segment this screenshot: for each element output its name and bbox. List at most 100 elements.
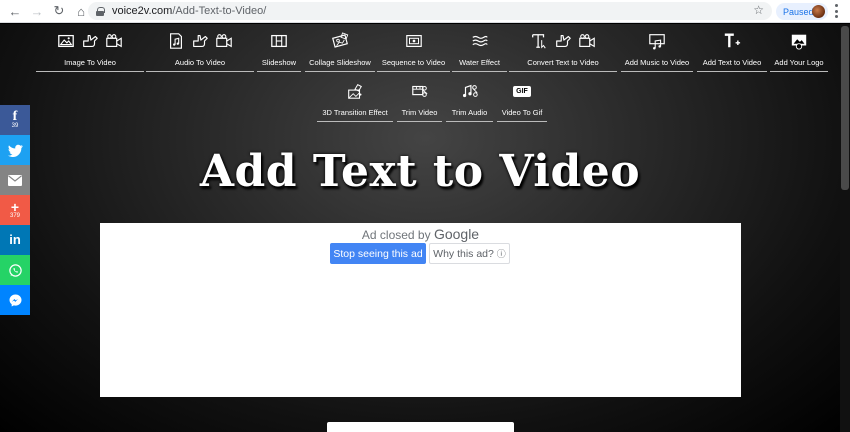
share-facebook-button[interactable]: f 39 [0, 105, 30, 135]
nav-collage-slideshow[interactable]: Collage Slideshow [305, 30, 375, 72]
why-this-ad-button[interactable]: Why this ad? ⓘ [429, 243, 510, 264]
nav-underline [257, 71, 301, 72]
content-panel-top [327, 422, 514, 432]
info-icon: ⓘ [496, 249, 506, 259]
plus-icon: + [10, 199, 20, 215]
nav-underline [397, 121, 442, 122]
ad-closed-notice: Ad closed by Google [361, 226, 480, 242]
profile-button[interactable]: Paused [776, 3, 828, 20]
nav-trim-audio[interactable]: Trim Audio [446, 80, 493, 122]
nav-underline [509, 71, 617, 72]
page-title: Add Text to Video [199, 146, 641, 197]
hand-pointer-icon [83, 35, 98, 47]
scrollbar[interactable] [840, 24, 850, 432]
back-arrow-icon[interactable]: ← [6, 2, 24, 20]
nav-3d-transition-effect[interactable]: 3D Transition Effect [317, 80, 393, 122]
share-twitter-button[interactable] [0, 135, 30, 165]
bookmark-star-icon[interactable]: ☆ [753, 3, 764, 17]
water-waves-icon [471, 35, 488, 47]
nav-label: Audio To Video [174, 58, 226, 67]
sequence-icon [405, 35, 422, 47]
nav-video-to-gif[interactable]: GIF Video To Gif [497, 80, 547, 122]
scroll-thumb[interactable] [841, 26, 849, 190]
browser-menu-icon[interactable] [834, 4, 838, 18]
address-bar[interactable]: voice2v.com/Add-Text-to-Video/ ☆ [88, 2, 772, 20]
trim-video-icon [411, 85, 427, 97]
nav-label: 3D Transition Effect [322, 108, 388, 117]
linkedin-icon: in [9, 232, 21, 247]
nav-label: Trim Audio [451, 108, 488, 117]
nav-slideshow[interactable]: Slideshow [257, 30, 301, 72]
nav-label: Water Effect [459, 58, 500, 67]
nav-audio-to-video[interactable]: Audio To Video [146, 30, 254, 72]
nav-add-text-to-video[interactable]: Add Text to Video [697, 30, 767, 72]
ad-slot: Ad closed by Google Stop seeing this ad … [100, 223, 741, 397]
hand-pointer-icon [556, 35, 571, 47]
trim-audio-icon [462, 84, 478, 98]
nav-underline [446, 121, 493, 122]
audio-file-icon [170, 33, 182, 49]
nav-underline [770, 71, 828, 72]
twitter-bird-icon [7, 144, 23, 157]
text-cursor-icon [532, 34, 546, 49]
nav-label: Convert Text to Video [527, 58, 599, 67]
lock-icon [96, 6, 105, 16]
nav-underline [497, 121, 547, 122]
video-camera-icon [579, 34, 595, 48]
nav-water-effect[interactable]: Water Effect [452, 30, 507, 72]
page-body: Image To Video Audio To Video Slideshow … [0, 24, 850, 432]
browser-toolbar: ← → ↻ ⌂ voice2v.com/Add-Text-to-Video/ ☆… [0, 0, 850, 23]
share-count: 39 [11, 123, 19, 129]
image-icon [58, 34, 74, 48]
nav-underline [452, 71, 507, 72]
share-messenger-button[interactable] [0, 285, 30, 315]
nav-underline [305, 71, 375, 72]
nav-add-music-to-video[interactable]: Add Music to Video [621, 30, 693, 72]
share-linkedin-button[interactable]: in [0, 225, 30, 255]
nav-sequence-to-video[interactable]: Sequence to Video [377, 30, 450, 72]
share-whatsapp-button[interactable] [0, 255, 30, 285]
nav-label: Collage Slideshow [309, 58, 371, 67]
nav-underline [377, 71, 450, 72]
share-email-button[interactable] [0, 165, 30, 195]
nav-underline [146, 71, 254, 72]
text-plus-icon [724, 33, 741, 48]
address-url: voice2v.com/Add-Text-to-Video/ [112, 5, 267, 17]
google-logo: Google [433, 226, 480, 242]
nav-label: Image To Video [64, 58, 116, 67]
gif-icon: GIF [513, 85, 531, 97]
avatar [812, 5, 825, 18]
share-count: 379 [9, 213, 20, 219]
reload-icon[interactable]: ↻ [50, 2, 68, 20]
nav-underline [36, 71, 144, 72]
film-strip-icon [271, 34, 287, 48]
video-camera-icon [216, 34, 232, 48]
hand-pointer-icon [193, 35, 208, 47]
email-icon [8, 174, 22, 186]
whatsapp-icon [8, 263, 22, 277]
why-this-ad-label: Why this ad? [433, 247, 494, 260]
3d-transition-icon [348, 84, 362, 99]
stop-seeing-ad-button[interactable]: Stop seeing this ad [330, 243, 426, 264]
collage-icon [332, 32, 349, 48]
forward-arrow-icon[interactable]: → [28, 2, 46, 20]
nav-label: Add Music to Video [624, 58, 690, 67]
nav-add-your-logo[interactable]: Add Your Logo [770, 30, 828, 72]
music-video-icon [649, 34, 665, 50]
nav-image-to-video[interactable]: Image To Video [36, 30, 144, 72]
video-camera-icon [106, 34, 122, 48]
share-more-button[interactable]: + 379 [0, 195, 30, 225]
nav-underline [621, 71, 693, 72]
nav-convert-text-to-video[interactable]: Convert Text to Video [509, 30, 617, 72]
nav-label: Sequence to Video [381, 58, 446, 67]
nav-label: Add Your Logo [774, 58, 824, 67]
logo-image-icon [791, 34, 807, 50]
nav-trim-video[interactable]: Trim Video [397, 80, 442, 122]
nav-label: Trim Video [401, 108, 438, 117]
messenger-icon [9, 294, 21, 306]
nav-label: Slideshow [261, 58, 297, 67]
nav-label: Video To Gif [501, 108, 543, 117]
nav-underline [697, 71, 767, 72]
nav-underline [317, 121, 393, 122]
nav-label: Add Text to Video [702, 58, 762, 67]
